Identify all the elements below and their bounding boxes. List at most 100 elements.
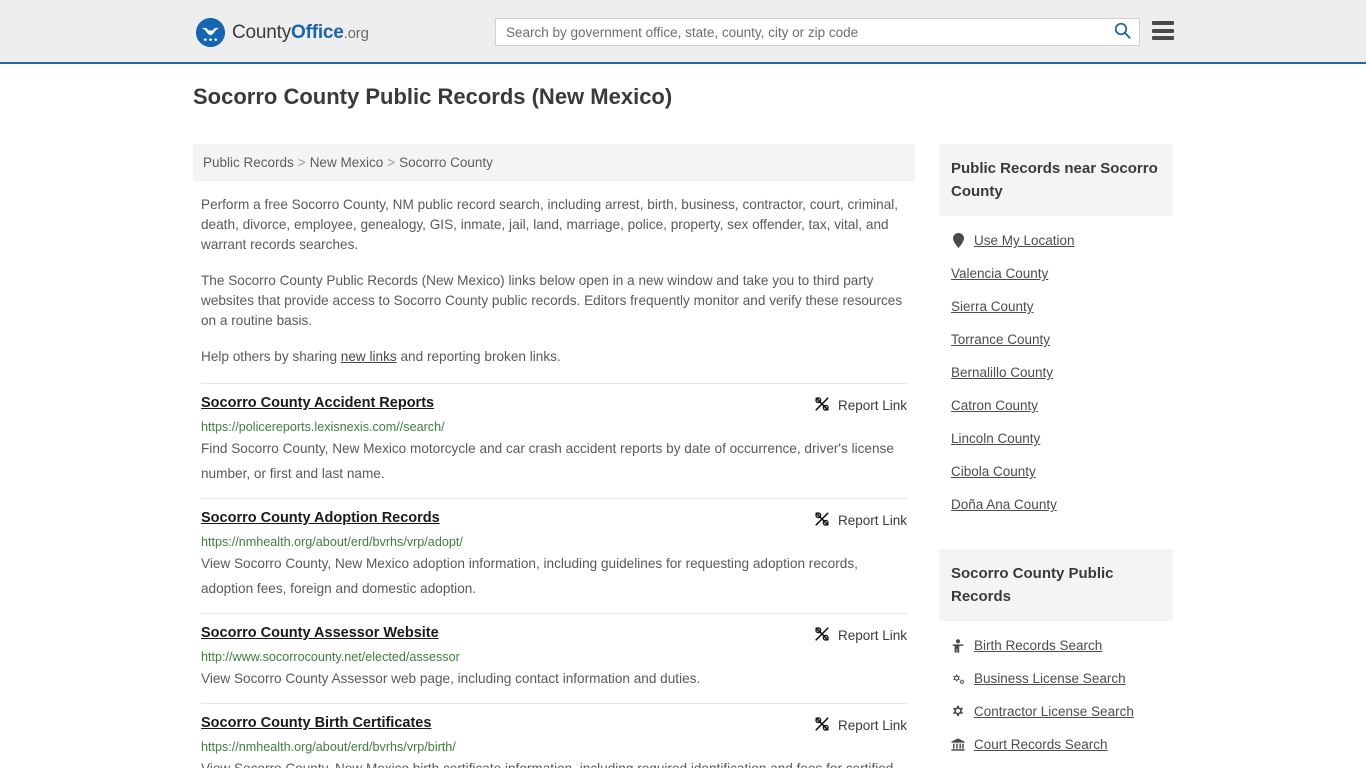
report-link-button[interactable]: Report Link	[798, 626, 907, 645]
hamburger-bar-3	[1152, 36, 1174, 40]
report-link-label: Report Link	[837, 718, 907, 733]
result-item: Socorro County Birth Certificates Report…	[201, 703, 907, 768]
search-button[interactable]	[1105, 19, 1139, 45]
intro-p3-after: and reporting broken links.	[396, 349, 561, 364]
result-url: https://nmhealth.org/about/erd/bvrhs/vrp…	[201, 740, 456, 754]
broken-link-icon	[814, 396, 830, 415]
sidebar: Public Records near Socorro County Use M…	[939, 144, 1173, 768]
bank-building-icon	[951, 738, 965, 751]
sidebar-item-criminal-records-search[interactable]: Criminal Records Search	[939, 761, 1173, 768]
sidebar-item-valencia-county[interactable]: Valencia County	[939, 257, 1173, 290]
baby-icon	[951, 638, 965, 653]
result-description: View Socorro County, New Mexico adoption…	[201, 556, 858, 596]
report-link-button[interactable]: Report Link	[798, 511, 907, 530]
intro-paragraph-3: Help others by sharing new links and rep…	[201, 347, 907, 367]
sidebar-records-heading: Socorro County Public Records	[939, 549, 1173, 621]
sidebar-records-link[interactable]: Contractor License Search	[974, 704, 1134, 719]
sidebar-item-birth-records-search[interactable]: Birth Records Search	[939, 629, 1173, 662]
broken-link-icon	[814, 511, 830, 530]
result-title-link[interactable]: Socorro County Birth Certificates	[201, 715, 431, 731]
gears-icon	[951, 672, 965, 686]
report-link-button[interactable]: Report Link	[798, 396, 907, 415]
sidebar-item-contractor-license-search[interactable]: Contractor License Search	[939, 695, 1173, 728]
site-logo[interactable]: CountyOffice.org	[196, 18, 369, 47]
sidebar-nearby-link[interactable]: Lincoln County	[951, 431, 1040, 446]
breadcrumb-item-public-records[interactable]: Public Records	[203, 155, 294, 170]
result-item: Socorro County Accident Reports Report L…	[201, 383, 907, 498]
logo-text-county: County	[232, 21, 292, 43]
result-header: Socorro County Adoption Records Report L…	[201, 510, 907, 530]
result-title-link[interactable]: Socorro County Assessor Website	[201, 625, 439, 641]
sidebar-nearby-link[interactable]: Bernalillo County	[951, 365, 1053, 380]
sidebar-item-business-license-search[interactable]: Business License Search	[939, 662, 1173, 695]
new-links-link[interactable]: new links	[341, 349, 397, 364]
breadcrumb-separator-2: >	[387, 155, 396, 170]
hamburger-bar-2	[1152, 28, 1174, 33]
intro-paragraph-2: The Socorro County Public Records (New M…	[201, 273, 903, 328]
result-description: View Socorro County Assessor web page, i…	[201, 671, 701, 686]
sidebar-records-link[interactable]: Business License Search	[974, 671, 1126, 686]
result-header: Socorro County Assessor Website Report L…	[201, 625, 907, 645]
intro-paragraph-1: Perform a free Socorro County, NM public…	[201, 197, 899, 252]
breadcrumb-item-new-mexico[interactable]: New Mexico	[310, 155, 384, 170]
result-title-link[interactable]: Socorro County Accident Reports	[201, 395, 434, 411]
result-url: https://policereports.lexisnexis.com//se…	[201, 420, 445, 434]
search-input[interactable]	[496, 19, 1105, 45]
hamburger-menu-icon[interactable]	[1152, 21, 1174, 40]
sidebar-nearby-link[interactable]: Cibola County	[951, 464, 1036, 479]
page-container: Socorro County Public Records (New Mexic…	[193, 84, 1173, 768]
gear-icon	[951, 705, 965, 719]
result-description: View Socorro County, New Mexico birth ce…	[201, 756, 907, 768]
result-description: Find Socorro County, New Mexico motorcyc…	[201, 441, 894, 481]
sidebar-nearby-link[interactable]: Sierra County	[951, 299, 1034, 314]
sidebar-item-catron-county[interactable]: Catron County	[939, 389, 1173, 422]
sidebar-records-list: Birth Records Search Business License Se…	[939, 621, 1173, 768]
sidebar-nearby-link[interactable]: Valencia County	[951, 266, 1048, 281]
sidebar-records-link[interactable]: Court Records Search	[974, 737, 1108, 752]
search-box[interactable]	[495, 18, 1140, 46]
logo-text-office: Office	[291, 21, 344, 43]
hamburger-bar-1	[1152, 21, 1174, 25]
sidebar-records-block: Socorro County Public Records Birth Reco…	[939, 549, 1173, 768]
site-logo-text: CountyOffice.org	[232, 22, 369, 44]
page-title: Socorro County Public Records (New Mexic…	[193, 84, 673, 109]
result-title-link[interactable]: Socorro County Adoption Records	[201, 510, 440, 526]
results-list: Socorro County Accident Reports Report L…	[193, 383, 915, 768]
sidebar-nearby-list: Use My Location Valencia County Sierra C…	[939, 216, 1173, 531]
report-link-label: Report Link	[837, 628, 907, 643]
sidebar-item-dona-ana-county[interactable]: Doña Ana County	[939, 488, 1173, 521]
result-item: Socorro County Assessor Website Report L…	[201, 613, 907, 703]
logo-text-org: .org	[343, 24, 369, 42]
breadcrumb-item-socorro-county[interactable]: Socorro County	[399, 155, 493, 170]
sidebar-nearby-heading: Public Records near Socorro County	[939, 144, 1173, 216]
result-item: Socorro County Adoption Records Report L…	[201, 498, 907, 613]
sidebar-item-lincoln-county[interactable]: Lincoln County	[939, 422, 1173, 455]
broken-link-icon	[814, 626, 830, 645]
sidebar-item-torrance-county[interactable]: Torrance County	[939, 323, 1173, 356]
eagle-shield-icon	[196, 18, 225, 47]
sidebar-nearby-link[interactable]: Use My Location	[974, 233, 1075, 248]
sidebar-item-cibola-county[interactable]: Cibola County	[939, 455, 1173, 488]
intro-p3-before: Help others by sharing	[201, 349, 341, 364]
broken-link-icon	[814, 716, 830, 735]
magnifier-icon	[1114, 22, 1131, 42]
breadcrumb-separator-1: >	[297, 155, 306, 170]
result-header: Socorro County Accident Reports Report L…	[201, 395, 907, 415]
breadcrumb: Public Records > New Mexico > Socorro County	[193, 144, 915, 181]
sidebar-records-link[interactable]: Birth Records Search	[974, 638, 1102, 653]
sidebar-item-use-my-location[interactable]: Use My Location	[939, 224, 1173, 257]
sidebar-nearby-link[interactable]: Torrance County	[951, 332, 1050, 347]
sidebar-item-bernalillo-county[interactable]: Bernalillo County	[939, 356, 1173, 389]
result-header: Socorro County Birth Certificates Report…	[201, 715, 907, 735]
sidebar-nearby-link[interactable]: Catron County	[951, 398, 1038, 413]
result-url: http://www.socorrocounty.net/elected/ass…	[201, 650, 460, 664]
sidebar-item-sierra-county[interactable]: Sierra County	[939, 290, 1173, 323]
report-link-button[interactable]: Report Link	[798, 716, 907, 735]
result-url: https://nmhealth.org/about/erd/bvrhs/vrp…	[201, 535, 463, 549]
map-pin-icon	[951, 233, 965, 248]
main-column: Public Records > New Mexico > Socorro County…	[193, 144, 915, 768]
site-header: CountyOffice.org	[0, 0, 1366, 64]
sidebar-item-court-records-search[interactable]: Court Records Search	[939, 728, 1173, 761]
sidebar-nearby-link[interactable]: Doña Ana County	[951, 497, 1057, 512]
report-link-label: Report Link	[837, 513, 907, 528]
